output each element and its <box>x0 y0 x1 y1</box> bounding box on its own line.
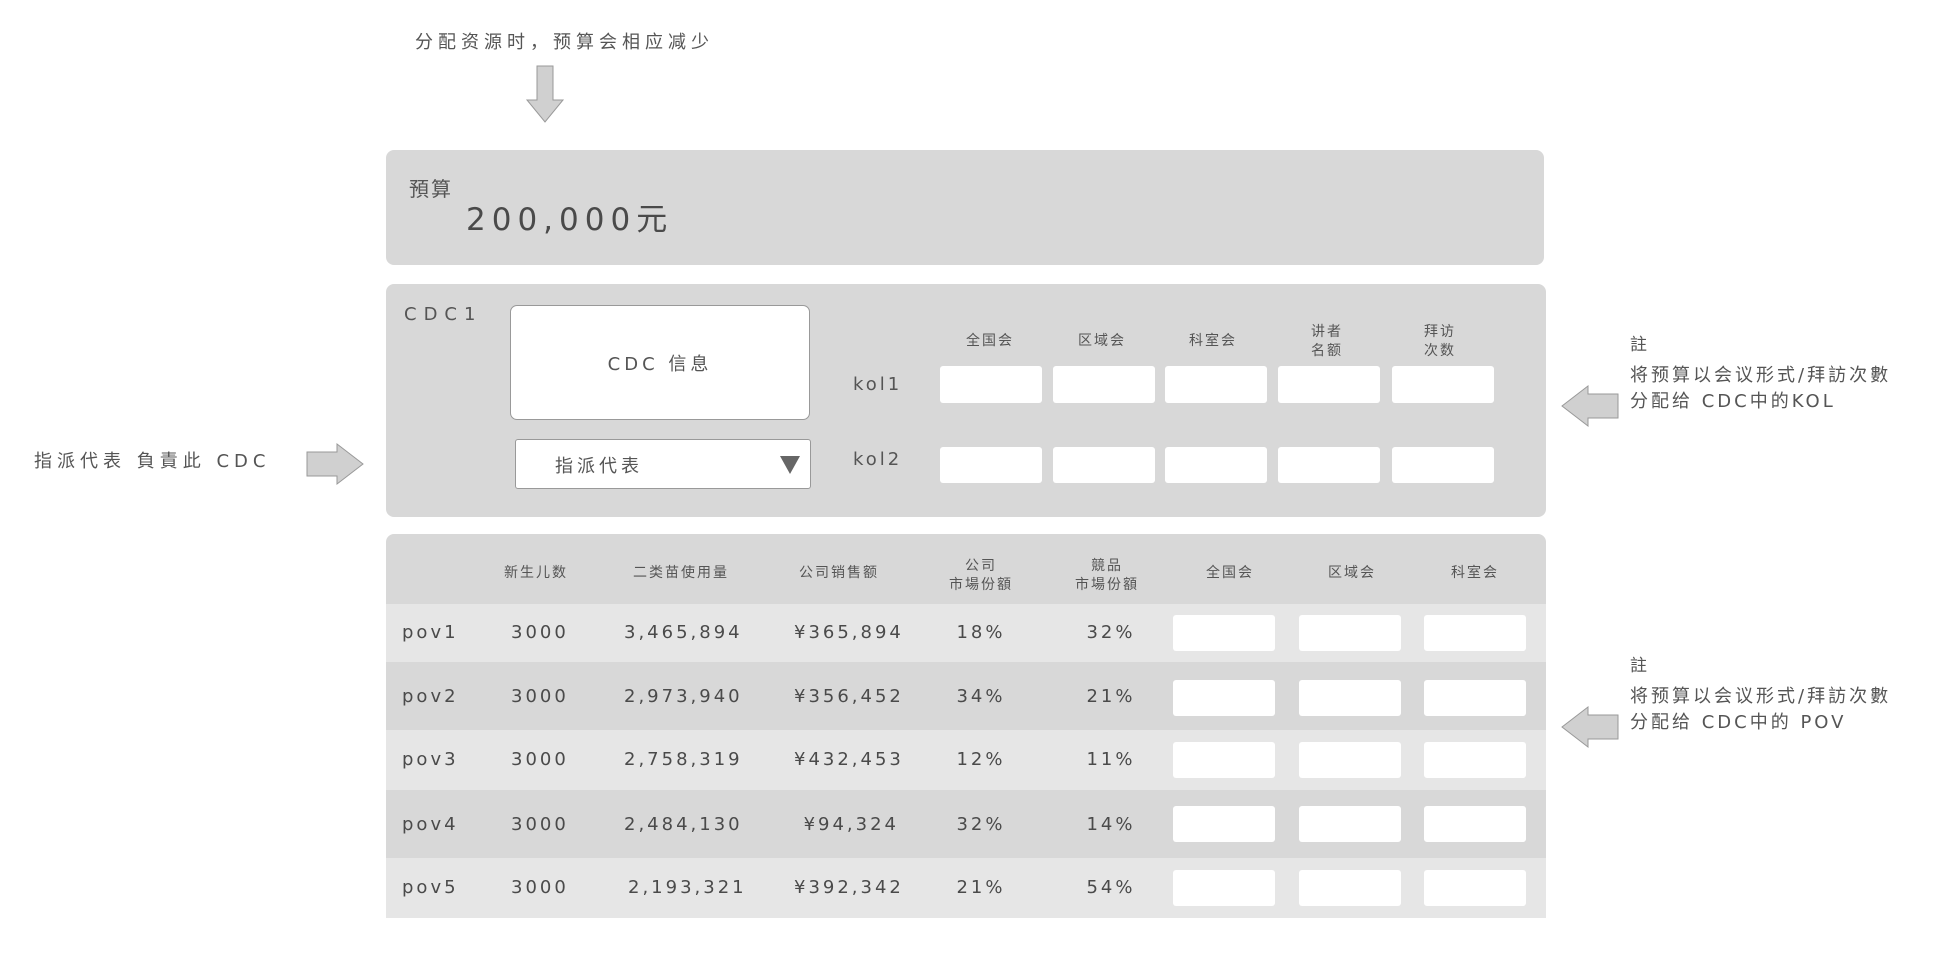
row-newborn: 3000 <box>511 877 569 898</box>
pov2-national-input[interactable] <box>1173 680 1275 716</box>
kol1-department-input[interactable] <box>1165 366 1267 403</box>
row-share: 34% <box>956 686 1006 707</box>
kol2-visit-input[interactable] <box>1392 447 1494 483</box>
row-share: 12% <box>956 749 1006 770</box>
kol2-regional-input[interactable] <box>1053 447 1155 483</box>
row-competitor: 21% <box>1086 686 1136 707</box>
pov2-regional-input[interactable] <box>1299 680 1401 716</box>
kol1-visit-input[interactable] <box>1392 366 1494 403</box>
table-row: pov3 3000 2,758,319 ¥432,453 12% 11% <box>386 730 1546 790</box>
kol-note-body: 将预算以会议形式/拜訪次數 分配给 CDC中的KOL <box>1630 365 1892 412</box>
arrow-left-icon <box>1561 705 1619 749</box>
pov5-regional-input[interactable] <box>1299 870 1401 906</box>
header-department: 科室会 <box>1451 565 1499 581</box>
kol2-national-input[interactable] <box>940 447 1042 483</box>
caret-down-icon[interactable] <box>780 456 800 474</box>
row-sales: ¥432,453 <box>794 749 904 770</box>
pov-table-header: 新生儿数 二类苗使用量 公司销售额 公司 市場份額 競品 市場份額 全国会 区域会 … <box>386 534 1546 604</box>
row-name: pov3 <box>402 749 459 770</box>
kol-col-header-regional: 区域会 <box>1078 333 1126 349</box>
row-sales: ¥392,342 <box>794 877 904 898</box>
cdc-info-label: CDC 信息 <box>607 353 713 375</box>
pov1-regional-input[interactable] <box>1299 615 1401 651</box>
pov-note-title: 註 <box>1630 656 1647 676</box>
kol2-department-input[interactable] <box>1165 447 1267 483</box>
table-row: pov1 3000 3,465,894 ¥365,894 18% 32% <box>386 604 1546 662</box>
header-national: 全国会 <box>1206 565 1254 581</box>
pov4-department-input[interactable] <box>1424 806 1526 842</box>
pov-note-body: 将预算以会议形式/拜訪次數 分配给 CDC中的 POV <box>1630 686 1892 733</box>
pov1-department-input[interactable] <box>1424 615 1526 651</box>
kol1-speaker-input[interactable] <box>1278 366 1380 403</box>
kol-col-header-visit-count: 拜访 次数 <box>1424 324 1456 359</box>
kol-col-header-department: 科室会 <box>1189 333 1237 349</box>
pov3-department-input[interactable] <box>1424 742 1526 778</box>
table-row: pov4 3000 2,484,130 ¥94,324 32% 14% <box>386 790 1546 858</box>
assign-rep-select[interactable]: 指派代表 <box>515 439 811 489</box>
assign-rep-select-label: 指派代表 <box>555 456 643 477</box>
kol-label-2: kol2 <box>853 449 903 470</box>
pov5-department-input[interactable] <box>1424 870 1526 906</box>
pov3-national-input[interactable] <box>1173 742 1275 778</box>
cdc-info-box[interactable]: CDC 信息 <box>510 305 810 420</box>
kol-label-1: kol1 <box>853 374 903 395</box>
kol-note-title: 註 <box>1630 335 1647 355</box>
row-competitor: 11% <box>1086 749 1136 770</box>
pov4-national-input[interactable] <box>1173 806 1275 842</box>
header-usage: 二类苗使用量 <box>633 565 729 581</box>
table-row: pov2 3000 2,973,940 ¥356,452 34% 21% <box>386 662 1546 730</box>
arrow-down-icon <box>525 65 565 123</box>
row-sales: ¥94,324 <box>803 814 899 835</box>
pov2-department-input[interactable] <box>1424 680 1526 716</box>
kol1-regional-input[interactable] <box>1053 366 1155 403</box>
header-newborn: 新生儿数 <box>504 565 568 581</box>
header-regional: 区域会 <box>1328 565 1376 581</box>
table-row: pov5 3000 2,193,321 ¥392,342 21% 54% <box>386 858 1546 918</box>
row-name: pov4 <box>402 814 459 835</box>
row-newborn: 3000 <box>511 622 569 643</box>
row-newborn: 3000 <box>511 686 569 707</box>
row-competitor: 32% <box>1086 622 1136 643</box>
pov5-national-input[interactable] <box>1173 870 1275 906</box>
row-competitor: 14% <box>1086 814 1136 835</box>
pov1-national-input[interactable] <box>1173 615 1275 651</box>
kol-col-header-national: 全国会 <box>966 333 1014 349</box>
pov4-regional-input[interactable] <box>1299 806 1401 842</box>
kol-col-header-speaker-quota: 讲者 名额 <box>1311 324 1343 359</box>
top-note: 分配资源时，预算会相应减少 <box>415 32 714 53</box>
cdc-label: CDC1 <box>404 304 483 325</box>
arrow-left-icon <box>1561 384 1619 428</box>
row-sales: ¥356,452 <box>794 686 904 707</box>
assign-rep-note: 指派代表 負責此 CDC <box>34 451 271 472</box>
budget-amount: 200,000元 <box>466 202 674 238</box>
row-usage: 2,973,940 <box>624 686 743 707</box>
row-name: pov1 <box>402 622 459 643</box>
row-newborn: 3000 <box>511 749 569 770</box>
row-share: 21% <box>956 877 1006 898</box>
row-usage: 2,193,321 <box>628 877 747 898</box>
kol2-speaker-input[interactable] <box>1278 447 1380 483</box>
arrow-right-icon <box>306 442 364 486</box>
row-name: pov2 <box>402 686 459 707</box>
row-sales: ¥365,894 <box>794 622 904 643</box>
row-usage: 3,465,894 <box>624 622 743 643</box>
pov-table: 新生儿数 二类苗使用量 公司销售额 公司 市場份額 競品 市場份額 全国会 区域会 … <box>386 534 1546 918</box>
row-share: 32% <box>956 814 1006 835</box>
row-usage: 2,484,130 <box>624 814 743 835</box>
row-usage: 2,758,319 <box>624 749 743 770</box>
pov3-regional-input[interactable] <box>1299 742 1401 778</box>
header-share: 公司 市場份額 <box>949 558 1013 593</box>
budget-label: 預算 <box>409 177 453 201</box>
row-name: pov5 <box>402 877 459 898</box>
header-sales: 公司销售额 <box>799 565 879 581</box>
header-competitor-share: 競品 市場份額 <box>1075 558 1139 593</box>
kol1-national-input[interactable] <box>940 366 1042 403</box>
row-competitor: 54% <box>1086 877 1136 898</box>
row-share: 18% <box>956 622 1006 643</box>
row-newborn: 3000 <box>511 814 569 835</box>
